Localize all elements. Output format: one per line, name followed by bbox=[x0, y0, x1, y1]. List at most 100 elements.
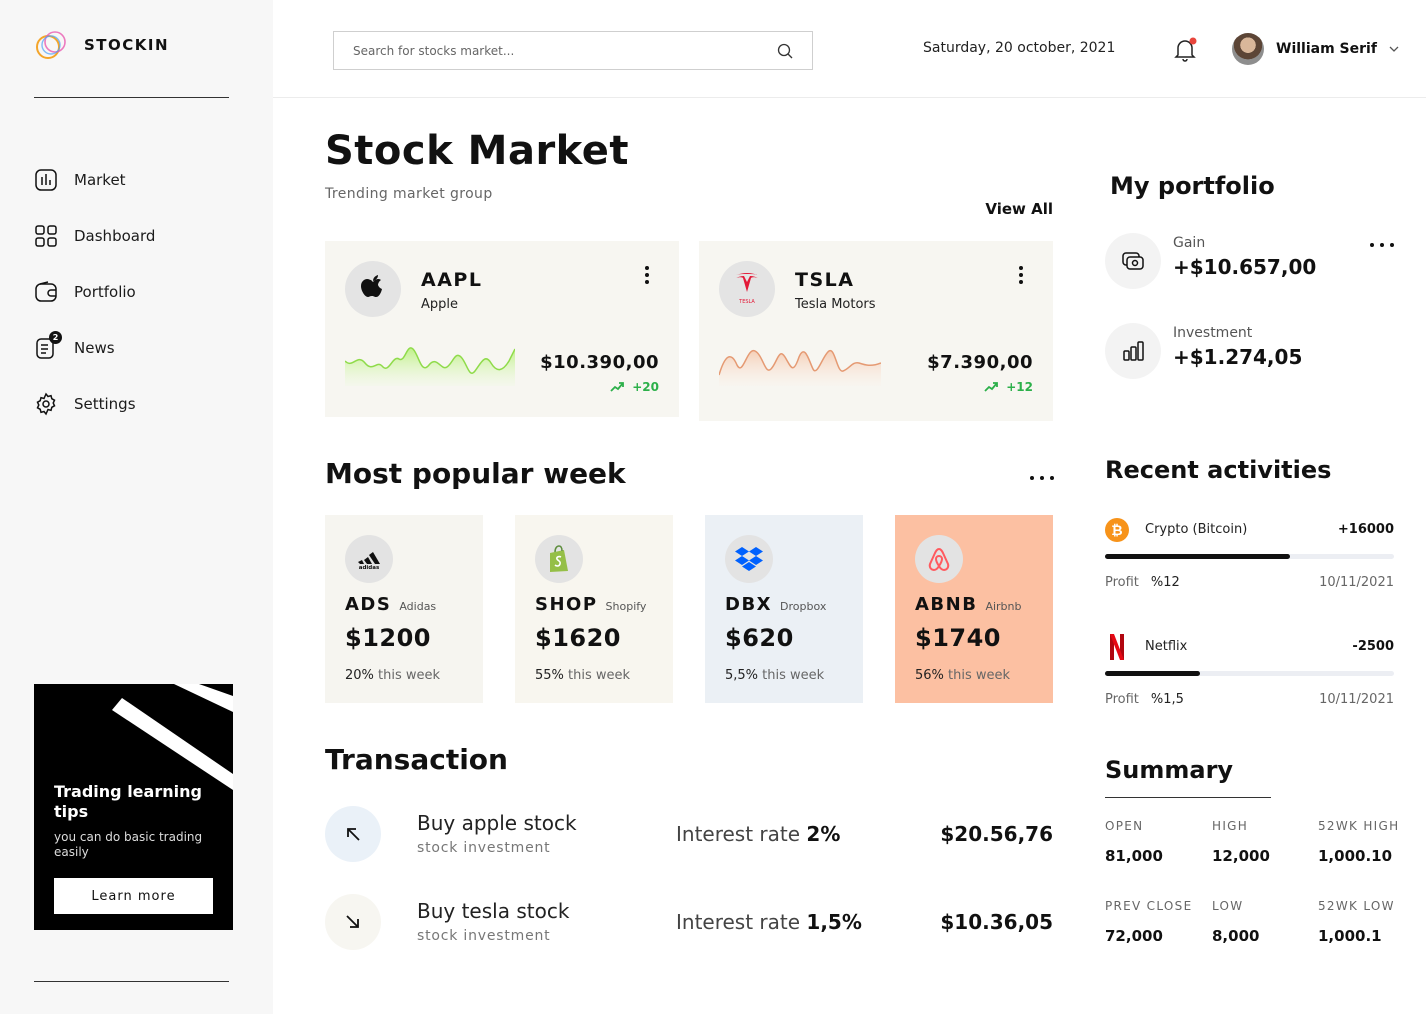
popular-ticker: SHOP bbox=[535, 594, 598, 615]
activity-progress bbox=[1105, 554, 1394, 559]
summary-label: OPEN bbox=[1105, 819, 1144, 833]
transaction-subtitle: stock investment bbox=[417, 840, 551, 856]
app-logo[interactable]: STOCKIN bbox=[34, 29, 169, 61]
popular-weekly-change: 55% this week bbox=[535, 668, 630, 683]
activity-profit: Profit %12 bbox=[1105, 575, 1180, 590]
rate-label: Interest rate bbox=[676, 910, 801, 934]
summary-value: 72,000 bbox=[1105, 927, 1163, 945]
tesla-logo: TESLA bbox=[719, 261, 775, 317]
popular-ticker: ADS bbox=[345, 594, 392, 615]
svg-text:TESLA: TESLA bbox=[738, 299, 755, 305]
sidebar-nav: Market Dashboard Portfolio 2 News Settin… bbox=[34, 152, 155, 432]
popular-pct: 55% bbox=[535, 668, 564, 683]
sidebar-item-settings[interactable]: Settings bbox=[34, 376, 155, 432]
grid-icon bbox=[35, 225, 57, 247]
app-name: STOCKIN bbox=[84, 36, 170, 54]
transaction-amount: $20.56,76 bbox=[940, 822, 1053, 846]
stock-price: $7.390,00 bbox=[927, 352, 1033, 373]
transaction-rate: Interest rate 2% bbox=[676, 822, 840, 846]
summary-value: 1,000.1 bbox=[1318, 927, 1382, 945]
chevron-down-icon bbox=[1389, 46, 1399, 52]
summary-label: 52WK HIGH bbox=[1318, 819, 1400, 833]
popular-card-abnb[interactable]: ABNB Airbnb $1740 56% this week bbox=[895, 515, 1053, 703]
summary-low: LOW 8,000 bbox=[1212, 899, 1259, 945]
learn-more-button[interactable]: Learn more bbox=[54, 878, 213, 914]
bar-chart-icon bbox=[35, 169, 57, 191]
summary-value: 12,000 bbox=[1212, 847, 1270, 865]
money-icon bbox=[1105, 233, 1161, 289]
popular-section-title: Most popular week bbox=[325, 457, 626, 490]
activity-item[interactable]: Netflix -2500 Profit %1,5 10/11/2021 bbox=[1105, 633, 1394, 713]
stock-change: +12 bbox=[984, 380, 1033, 394]
rate-value: 1,5% bbox=[806, 910, 862, 934]
view-all-link[interactable]: View All bbox=[960, 200, 1053, 218]
news-icon-wrap: 2 bbox=[34, 331, 62, 360]
popular-ticker: ABNB bbox=[915, 594, 978, 615]
current-date: Saturday, 20 october, 2021 bbox=[923, 40, 1116, 56]
shopify-logo bbox=[535, 535, 583, 583]
sidebar-item-market[interactable]: Market bbox=[34, 152, 155, 208]
popular-weekly-change: 56% this week bbox=[915, 668, 1010, 683]
summary-value: 1,000.10 bbox=[1318, 847, 1393, 865]
popular-price: $1740 bbox=[915, 624, 1001, 652]
activity-progress-fill bbox=[1105, 671, 1201, 676]
bitcoin-icon: ₿ bbox=[1105, 518, 1129, 542]
dropbox-logo bbox=[725, 535, 773, 583]
activity-date: 10/11/2021 bbox=[1319, 692, 1394, 707]
stock-change-value: +20 bbox=[632, 380, 659, 394]
more-options-icon[interactable] bbox=[1030, 471, 1054, 485]
popular-pct: 20% bbox=[345, 668, 374, 683]
summary-value: 81,000 bbox=[1105, 847, 1163, 865]
sparkline-chart bbox=[719, 350, 881, 386]
transaction-row[interactable]: Buy apple stock stock investment Interes… bbox=[325, 806, 1053, 864]
popular-suffix: this week bbox=[948, 668, 1011, 683]
shopify-icon bbox=[550, 545, 568, 572]
more-options-icon[interactable] bbox=[635, 263, 659, 287]
notification-bell-icon[interactable] bbox=[1173, 37, 1197, 63]
popular-pct: 5,5% bbox=[725, 668, 759, 683]
sidebar-item-portfolio[interactable]: Portfolio bbox=[34, 264, 155, 320]
portfolio-title: My portfolio bbox=[1110, 172, 1275, 200]
transaction-title: Buy tesla stock bbox=[417, 899, 570, 923]
notification-dot bbox=[1189, 37, 1197, 45]
transaction-title: Buy apple stock bbox=[417, 811, 577, 835]
recent-activities-title: Recent activities bbox=[1105, 456, 1332, 484]
portfolio-label: Gain bbox=[1173, 235, 1206, 251]
popular-card-ads[interactable]: adidas ADS Adidas $1200 20% this week bbox=[325, 515, 483, 703]
trend-up-icon bbox=[984, 382, 999, 392]
sidebar-item-dashboard[interactable]: Dashboard bbox=[34, 208, 155, 264]
news-badge: 2 bbox=[49, 331, 62, 344]
activity-progress bbox=[1105, 671, 1394, 676]
sidebar-item-label: Settings bbox=[74, 395, 136, 413]
profit-label: Profit bbox=[1105, 575, 1139, 590]
stock-card-tsla[interactable]: TESLA TSLA Tesla Motors $7.390,00 +12 bbox=[699, 241, 1053, 421]
popular-price: $1200 bbox=[345, 624, 431, 652]
popular-card-dbx[interactable]: DBX Dropbox $620 5,5% this week bbox=[705, 515, 863, 703]
summary-label: LOW bbox=[1212, 899, 1244, 913]
stock-card-aapl[interactable]: AAPL Apple $10.390,00 +20 bbox=[325, 241, 679, 417]
transaction-row[interactable]: Buy tesla stock stock investment Interes… bbox=[325, 894, 1053, 952]
activity-name: Crypto (Bitcoin) bbox=[1145, 522, 1248, 537]
more-options-icon[interactable] bbox=[1009, 263, 1033, 287]
popular-ticker: DBX bbox=[725, 594, 773, 615]
popular-ticker-group: SHOP Shopify bbox=[535, 594, 646, 615]
user-menu[interactable]: William Serif bbox=[1232, 33, 1399, 65]
search-input[interactable] bbox=[334, 32, 777, 69]
sidebar: STOCKIN Market Dashboard Portfolio 2 New… bbox=[0, 0, 273, 1014]
activity-item[interactable]: ₿ Crypto (Bitcoin) +16000 Profit %12 10/1… bbox=[1105, 516, 1394, 596]
rate-value: 2% bbox=[806, 822, 841, 846]
summary-title: Summary bbox=[1105, 756, 1234, 784]
arrow-down-right-icon bbox=[325, 894, 381, 950]
apple-logo bbox=[345, 261, 401, 317]
search-icon[interactable] bbox=[777, 43, 793, 59]
popular-company: Shopify bbox=[605, 600, 647, 613]
popular-suffix: this week bbox=[568, 668, 631, 683]
popular-company: Airbnb bbox=[985, 600, 1022, 613]
company-name: Tesla Motors bbox=[795, 297, 876, 312]
popular-ticker-group: DBX Dropbox bbox=[725, 594, 826, 615]
adidas-logo: adidas bbox=[345, 535, 393, 583]
page-subtitle: Trending market group bbox=[325, 186, 493, 202]
popular-card-shop[interactable]: SHOP Shopify $1620 55% this week bbox=[515, 515, 673, 703]
sidebar-item-news[interactable]: 2 News bbox=[34, 320, 155, 376]
activity-date: 10/11/2021 bbox=[1319, 575, 1394, 590]
